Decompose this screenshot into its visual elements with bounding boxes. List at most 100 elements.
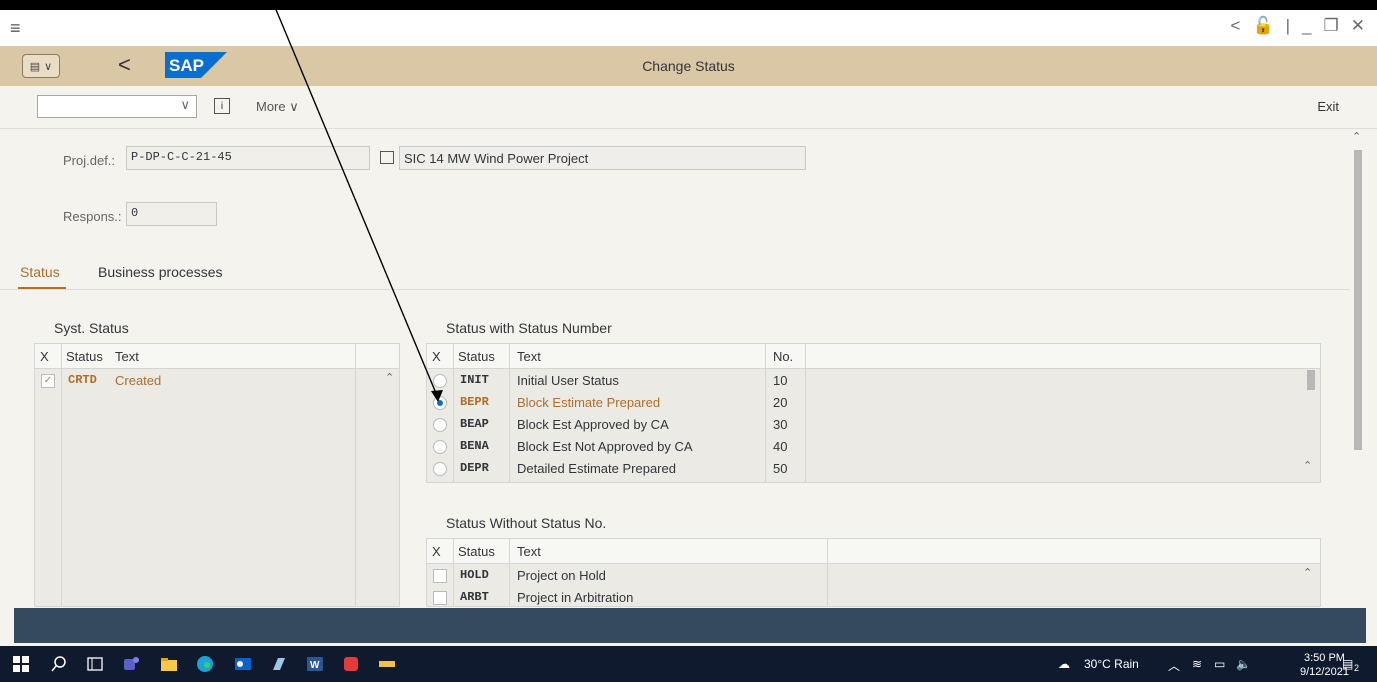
close-icon[interactable]: ✕ [1351,16,1365,36]
table-row[interactable]: BENA Block Est Not Approved by CA 40 [427,436,1320,458]
wifi-icon[interactable]: ≋ [1192,657,1202,671]
status-no: 40 [773,439,788,454]
window-controls: < 🔓 | _ ❐ ✕ [1231,16,1366,36]
chevron-down-icon: ∨ [180,97,190,112]
command-combo[interactable]: ∨ [37,95,197,118]
tab-status[interactable]: Status [20,264,60,280]
copy-icon[interactable] [380,151,394,164]
projdef-description: SIC 14 MW Wind Power Project [399,146,806,170]
windows-taskbar: W ☁ 30°C Rain ︿ ≋ ▭ 🔈 3:50 PM 9/12/2021 … [0,646,1377,682]
lock-icon[interactable]: 🔓 [1252,16,1273,36]
volume-icon[interactable]: 🔈 [1236,657,1251,671]
status-text: Initial User Status [517,373,619,388]
syst-status-table: X Status Text ✓ CRTD Created ⌃ [34,343,400,607]
teams-icon[interactable] [122,655,140,673]
status-no: 50 [773,461,788,476]
battery-icon[interactable]: ▭ [1214,657,1225,671]
table-row[interactable]: BEPR Block Estimate Prepared 20 [427,392,1320,414]
col-status: Status [458,544,495,559]
respons-field[interactable]: 0 [126,202,217,226]
radio-button[interactable] [433,462,447,476]
status-with-no-table: X Status Text No. INIT Initial User Stat… [426,343,1321,483]
notes-icon[interactable] [270,655,288,673]
status-code: INIT [460,373,489,387]
col-text: Text [517,349,541,364]
col-no: No. [773,349,794,364]
status-text: Detailed Estimate Prepared [517,461,676,476]
status-text: Block Est Not Approved by CA [517,439,693,454]
status-with-no-title: Status with Status Number [446,320,612,336]
radio-button[interactable] [433,418,447,432]
search-icon[interactable] [50,655,68,673]
file-explorer-icon[interactable] [160,655,178,673]
app-red-icon[interactable] [342,655,360,673]
col-text: Text [517,544,541,559]
status-text: Block Estimate Prepared [517,395,661,410]
table-row[interactable]: DEPR Detailed Estimate Prepared 50 ⌃ [427,458,1320,480]
radio-button[interactable] [433,374,447,388]
notification-icon[interactable]: ▤ [1342,657,1353,671]
task-view-icon[interactable] [86,655,104,673]
status-code: BEAP [460,417,489,431]
table-row[interactable]: HOLD Project on Hold ⌃ [427,565,1320,587]
nav-back-icon[interactable]: < [1231,16,1241,36]
separator: | [1285,16,1291,35]
restore-icon[interactable]: ❐ [1324,16,1339,36]
window-title-strip: ≡ < 🔓 | _ ❐ ✕ [0,10,1377,47]
table-row[interactable]: INIT Initial User Status 10 [427,370,1320,392]
radio-button-selected[interactable] [433,396,447,410]
tray-chevron-icon[interactable]: ︿ [1168,657,1180,674]
projdef-label: Proj.def.: [63,153,116,168]
app-title: Change Status [642,58,735,74]
weather-icon[interactable]: ☁ [1058,657,1070,671]
exit-button[interactable]: Exit [1317,99,1339,114]
status-text: Block Est Approved by CA [517,417,669,432]
status-no: 10 [773,373,788,388]
radio-button[interactable] [433,440,447,454]
projdef-field[interactable]: P-DP-C-C-21-45 [126,146,370,170]
page-scrollbar[interactable] [1354,150,1362,450]
outlook-icon[interactable] [234,655,252,673]
scroll-arrows-icon[interactable]: ⌃ [385,371,394,384]
col-status: Status [458,349,495,364]
status-code: HOLD [460,568,489,582]
table-scrollbar[interactable] [1307,370,1315,390]
status-no: 30 [773,417,788,432]
top-black-bar [0,0,1377,10]
tab-business-processes[interactable]: Business processes [98,264,223,280]
status-code: DEPR [460,461,489,475]
status-text: Project in Arbitration [517,590,634,605]
col-x: X [40,349,49,364]
sap-logon-icon[interactable] [378,655,396,673]
checkbox[interactable] [433,591,447,605]
scroll-arrows-icon[interactable]: ⌃ [1303,566,1312,579]
table-header: X Status Text No. [427,344,1320,369]
table-row[interactable]: BEAP Block Est Approved by CA 30 [427,414,1320,436]
syst-status-title: Syst. Status [54,320,129,336]
status-text: Created [115,373,162,388]
scroll-arrows-icon[interactable]: ⌃ [1303,459,1312,472]
table-header: X Status Text [427,539,1320,564]
hamburger-icon[interactable]: ≡ [10,18,21,39]
word-icon[interactable]: W [306,655,324,673]
shell-bar: ▤ ∨ < SAP Change Status [0,46,1377,86]
status-code: BEPR [460,395,489,409]
minimize-icon[interactable]: _ [1302,16,1311,36]
windows-start-icon[interactable] [12,655,30,673]
status-no: 20 [773,395,788,410]
table-header: X Status Text [35,344,399,369]
more-button[interactable]: More ∨ [256,99,299,115]
table-row[interactable]: ARBT Project in Arbitration [427,587,1320,609]
svg-text:W: W [310,660,320,671]
checkbox[interactable] [433,569,447,583]
checkbox[interactable]: ✓ [41,374,55,388]
edge-icon[interactable] [196,655,214,673]
respons-label: Respons.: [63,209,122,224]
table-row[interactable]: ✓ CRTD Created ⌃ [35,370,399,392]
col-x: X [432,544,441,559]
status-code: CRTD [68,373,97,387]
status-code: BENA [460,439,489,453]
page-scroll-up-icon[interactable]: ⌃ [1352,130,1361,143]
info-icon[interactable]: i [214,98,230,114]
weather-text[interactable]: 30°C Rain [1084,657,1139,671]
